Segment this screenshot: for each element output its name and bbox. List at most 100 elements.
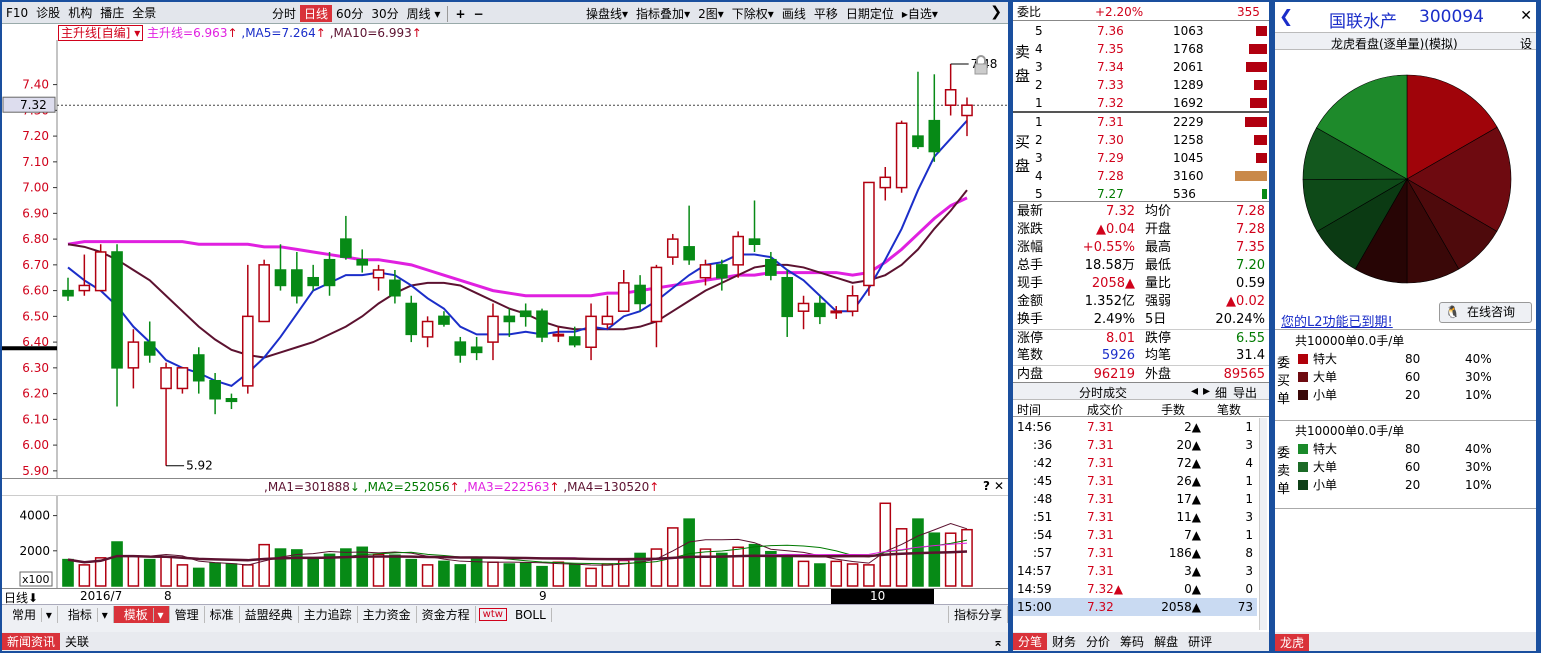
volume-bar[interactable] xyxy=(487,561,499,587)
volume-bar[interactable] xyxy=(830,560,843,587)
tab-finance[interactable]: 财务 xyxy=(1047,633,1081,650)
candle[interactable] xyxy=(225,393,238,410)
tool-diagnose[interactable]: 诊股 xyxy=(32,4,64,21)
volume-bar[interactable] xyxy=(62,558,74,587)
l2-expired-link[interactable]: 您的L2功能已到期! xyxy=(1281,311,1393,330)
candle[interactable] xyxy=(748,200,761,252)
sell-level-row[interactable]: 1 7.32 1692 xyxy=(1013,94,1269,112)
volume-bar[interactable] xyxy=(356,546,369,587)
volume-bar[interactable] xyxy=(536,565,548,587)
volume-bar[interactable] xyxy=(797,560,810,587)
tab-main-track[interactable]: 主力追踪 xyxy=(299,606,358,623)
trade-row[interactable]: 15:00 7.32 2058▲ 73 xyxy=(1013,598,1257,616)
volume-bar[interactable] xyxy=(846,563,859,587)
candlestick-chart[interactable]: 7.407.307.207.107.006.906.806.706.606.50… xyxy=(2,40,1008,480)
volume-bar[interactable] xyxy=(895,528,908,587)
tab-classic[interactable]: 益盟经典 xyxy=(240,606,299,623)
tab-analysis[interactable]: 解盘 xyxy=(1149,633,1183,650)
trade-row[interactable]: :57 7.31 186▲ 8 xyxy=(1013,544,1257,562)
volume-bar[interactable] xyxy=(421,564,434,587)
candle[interactable] xyxy=(650,264,663,348)
candle[interactable] xyxy=(62,277,74,301)
period-60min[interactable]: 60分 xyxy=(332,5,367,22)
tool-pan[interactable]: 平移 xyxy=(810,5,842,22)
collapse-icon[interactable]: ❯ xyxy=(986,4,1006,20)
tool-dealer[interactable]: 播庄 xyxy=(96,4,128,21)
trade-row[interactable]: 14:56 7.31 2▲ 1 xyxy=(1013,418,1257,436)
candle[interactable] xyxy=(454,336,467,363)
trade-row[interactable]: 14:57 7.31 3▲ 3 xyxy=(1013,562,1257,580)
volume-bar[interactable] xyxy=(568,564,581,587)
candle[interactable] xyxy=(683,205,695,265)
volume-bar[interactable] xyxy=(209,562,221,587)
period-minute[interactable]: 分时 xyxy=(268,5,300,22)
volume-bar[interactable] xyxy=(601,563,614,587)
volume-bar[interactable] xyxy=(192,567,205,587)
trades-scrollbar[interactable] xyxy=(1259,418,1267,630)
candle[interactable] xyxy=(487,303,499,361)
volume-bar[interactable] xyxy=(225,563,238,587)
volume-bar[interactable] xyxy=(650,548,663,587)
buy-level-row[interactable]: 2 7.30 1258 xyxy=(1013,131,1269,149)
tool-watchlist[interactable]: ▸自选▾ xyxy=(898,5,942,22)
volume-bar[interactable] xyxy=(160,556,172,587)
candle[interactable] xyxy=(78,254,91,296)
candle[interactable] xyxy=(716,259,728,291)
volume-bar[interactable] xyxy=(585,567,597,587)
candle[interactable] xyxy=(356,249,369,273)
volume-bar[interactable] xyxy=(732,546,744,587)
tool-indicator-overlay[interactable]: 指标叠加▾ xyxy=(632,5,694,22)
trade-row[interactable]: :45 7.31 26▲ 1 xyxy=(1013,472,1257,490)
zoom-in-button[interactable]: + xyxy=(451,7,469,21)
candle[interactable] xyxy=(291,251,303,304)
volume-bar[interactable] xyxy=(274,548,287,587)
candle[interactable] xyxy=(176,367,189,394)
candle[interactable] xyxy=(863,181,875,296)
candle[interactable] xyxy=(340,215,352,260)
zoom-out-button[interactable]: − xyxy=(470,7,488,21)
volume-bar[interactable] xyxy=(78,564,91,587)
volume-bar[interactable] xyxy=(699,548,712,587)
splitter[interactable] xyxy=(2,624,1008,632)
tool-operation-line[interactable]: 操盘线▾ xyxy=(582,5,632,22)
trade-row[interactable]: :51 7.31 11▲ 3 xyxy=(1013,508,1257,526)
volume-bar[interactable] xyxy=(519,562,532,587)
sell-level-row[interactable]: 2 7.33 1289 xyxy=(1013,76,1269,94)
volume-bar[interactable] xyxy=(961,528,973,587)
trades-detail-button[interactable]: 细 xyxy=(1215,384,1227,401)
candle[interactable] xyxy=(928,74,941,162)
tab-tick[interactable]: 分笔 xyxy=(1013,633,1048,650)
trades-menu-icon[interactable]: ▸ xyxy=(1203,383,1210,399)
volume-bar[interactable] xyxy=(323,553,336,587)
volume-bar[interactable] xyxy=(683,518,695,587)
tab-common[interactable]: 常用 ▾ xyxy=(2,606,58,623)
tool-panorama[interactable]: 全景 xyxy=(128,4,160,21)
volume-bar[interactable] xyxy=(944,532,957,587)
volume-bar[interactable] xyxy=(111,541,123,587)
tab-chips[interactable]: 筹码 xyxy=(1115,633,1149,650)
tool-institution[interactable]: 机构 xyxy=(64,4,96,21)
volume-chart[interactable]: 4000 2000 x100 xyxy=(2,496,1008,588)
buy-level-row[interactable]: 1 7.31 2229 xyxy=(1013,113,1269,131)
trade-row[interactable]: :42 7.31 72▲ 4 xyxy=(1013,454,1257,472)
volume-bar[interactable] xyxy=(176,564,189,587)
candle[interactable] xyxy=(797,295,810,330)
volume-bar[interactable] xyxy=(340,548,352,587)
candle[interactable] xyxy=(536,308,548,343)
volume-bar[interactable] xyxy=(454,564,467,587)
tab-standard[interactable]: 标准 xyxy=(205,606,240,623)
trade-row[interactable]: :36 7.31 20▲ 3 xyxy=(1013,436,1257,454)
tool-ex-rights[interactable]: 下除权▾ xyxy=(728,5,778,22)
tab-research[interactable]: 研评 xyxy=(1183,633,1217,650)
tool-f10[interactable]: F10 xyxy=(2,6,32,20)
candle[interactable] xyxy=(421,316,434,348)
volume-bar[interactable] xyxy=(928,532,941,587)
close-icon[interactable]: ✕ xyxy=(1520,8,1532,24)
candle[interactable] xyxy=(944,64,957,116)
tab-manage[interactable]: 管理 xyxy=(170,606,205,623)
candle[interactable] xyxy=(666,233,679,265)
candle[interactable] xyxy=(519,303,532,327)
volume-bar[interactable] xyxy=(307,558,319,587)
candle[interactable] xyxy=(470,336,483,361)
dragon-setting-button[interactable]: 设 xyxy=(1520,35,1532,52)
